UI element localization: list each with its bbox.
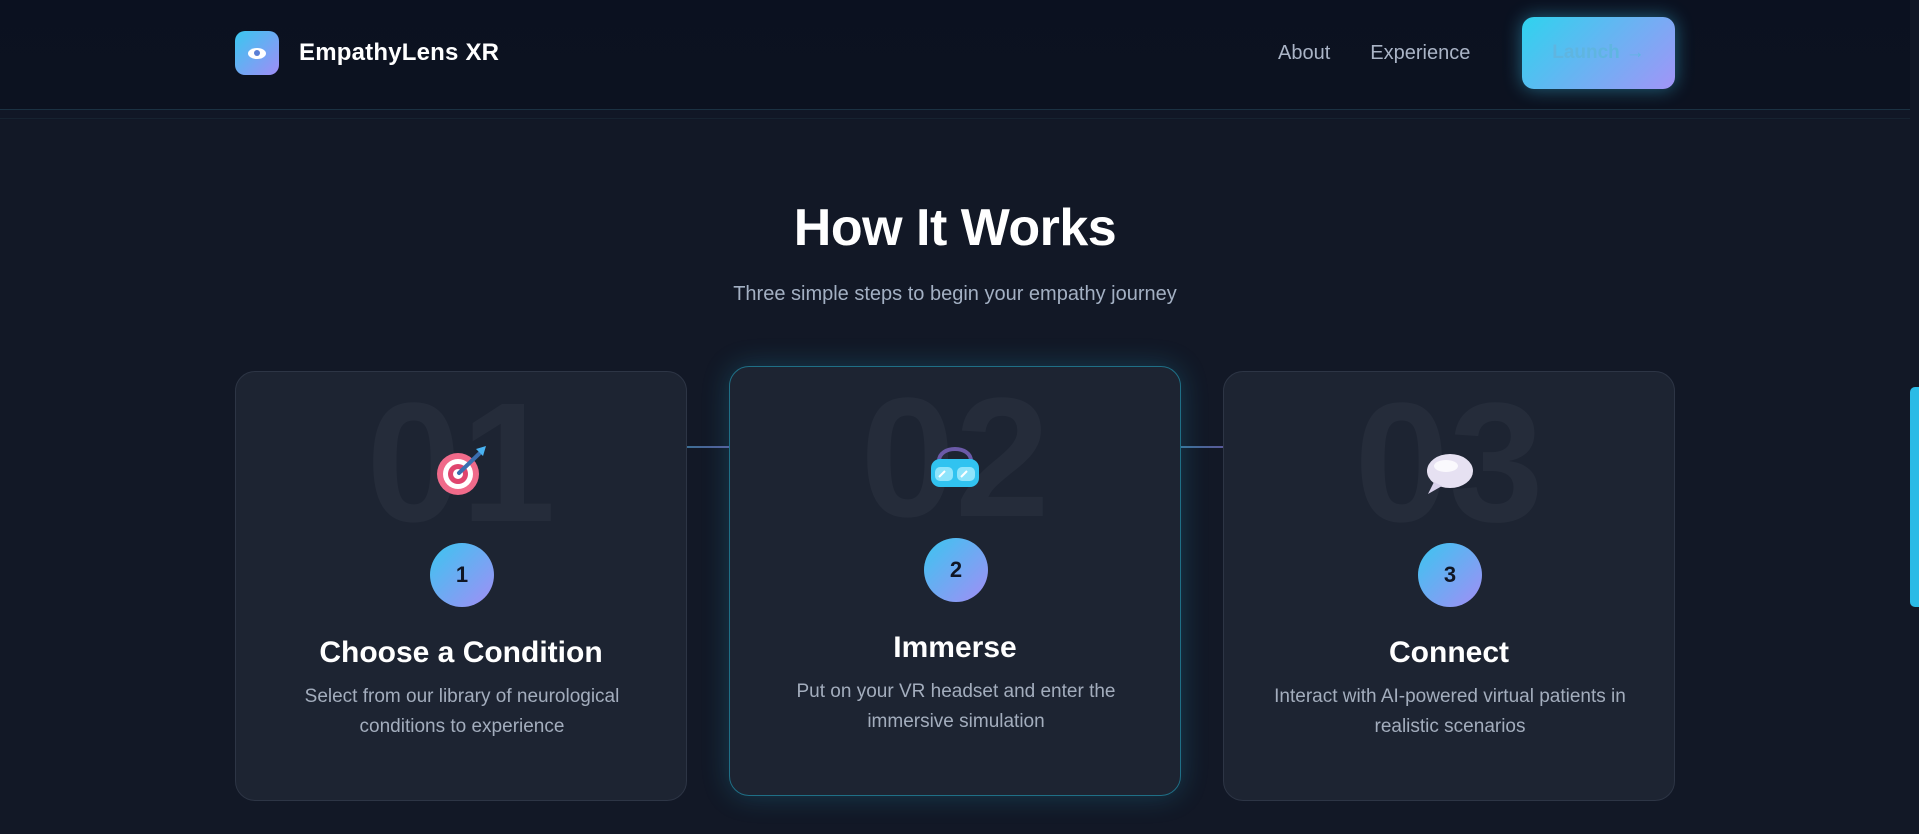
scrollbar-thumb[interactable]: [1910, 387, 1919, 607]
section-subtitle: Three simple steps to begin your empathy…: [733, 283, 1177, 305]
header-divider: [0, 118, 1910, 119]
step-title: Choose a Condition: [319, 636, 603, 669]
nav-links: About Experience: [1278, 32, 1470, 74]
arrow-right-icon: →: [1625, 42, 1645, 63]
step-number-badge: 2: [924, 538, 988, 602]
launch-button[interactable]: Launch →: [1522, 17, 1675, 89]
target-icon: [236, 444, 686, 498]
step-number-badge: 1: [430, 543, 494, 607]
brand-name: EmpathyLens XR: [299, 39, 500, 66]
step-connector: [1180, 446, 1224, 448]
step-card-1: 01 1 Choose a Condition Select from our …: [235, 371, 687, 801]
step-description: Interact with AI-powered virtual patient…: [1274, 686, 1626, 737]
step-title: Immerse: [893, 631, 1017, 664]
step-card-3: 03 3 Connect Interact with AI-powered vi…: [1223, 371, 1675, 801]
brand[interactable]: EmpathyLens XR: [235, 31, 499, 75]
step-number-badge: 3: [1418, 543, 1482, 607]
step-description: Put on your VR headset and enter the imm…: [796, 681, 1116, 732]
section-title: How It Works: [793, 199, 1117, 257]
nav-link-about[interactable]: About: [1278, 42, 1330, 65]
vr-goggles-icon: [730, 439, 1180, 493]
logo: [235, 31, 279, 75]
eye-icon: [248, 47, 266, 59]
step-connector: [686, 446, 730, 448]
nav-link-experience[interactable]: Experience: [1370, 42, 1470, 65]
launch-button-label: Launch: [1552, 42, 1620, 63]
step-description: Select from our library of neurological …: [304, 686, 620, 737]
step-card-2: 02 2 Immerse Put on your VR headset and …: [729, 366, 1181, 796]
speech-bubble-icon: [1224, 444, 1674, 498]
top-navbar: EmpathyLens XR About Experience Launch →: [0, 0, 1910, 110]
step-title: Connect: [1389, 636, 1509, 669]
